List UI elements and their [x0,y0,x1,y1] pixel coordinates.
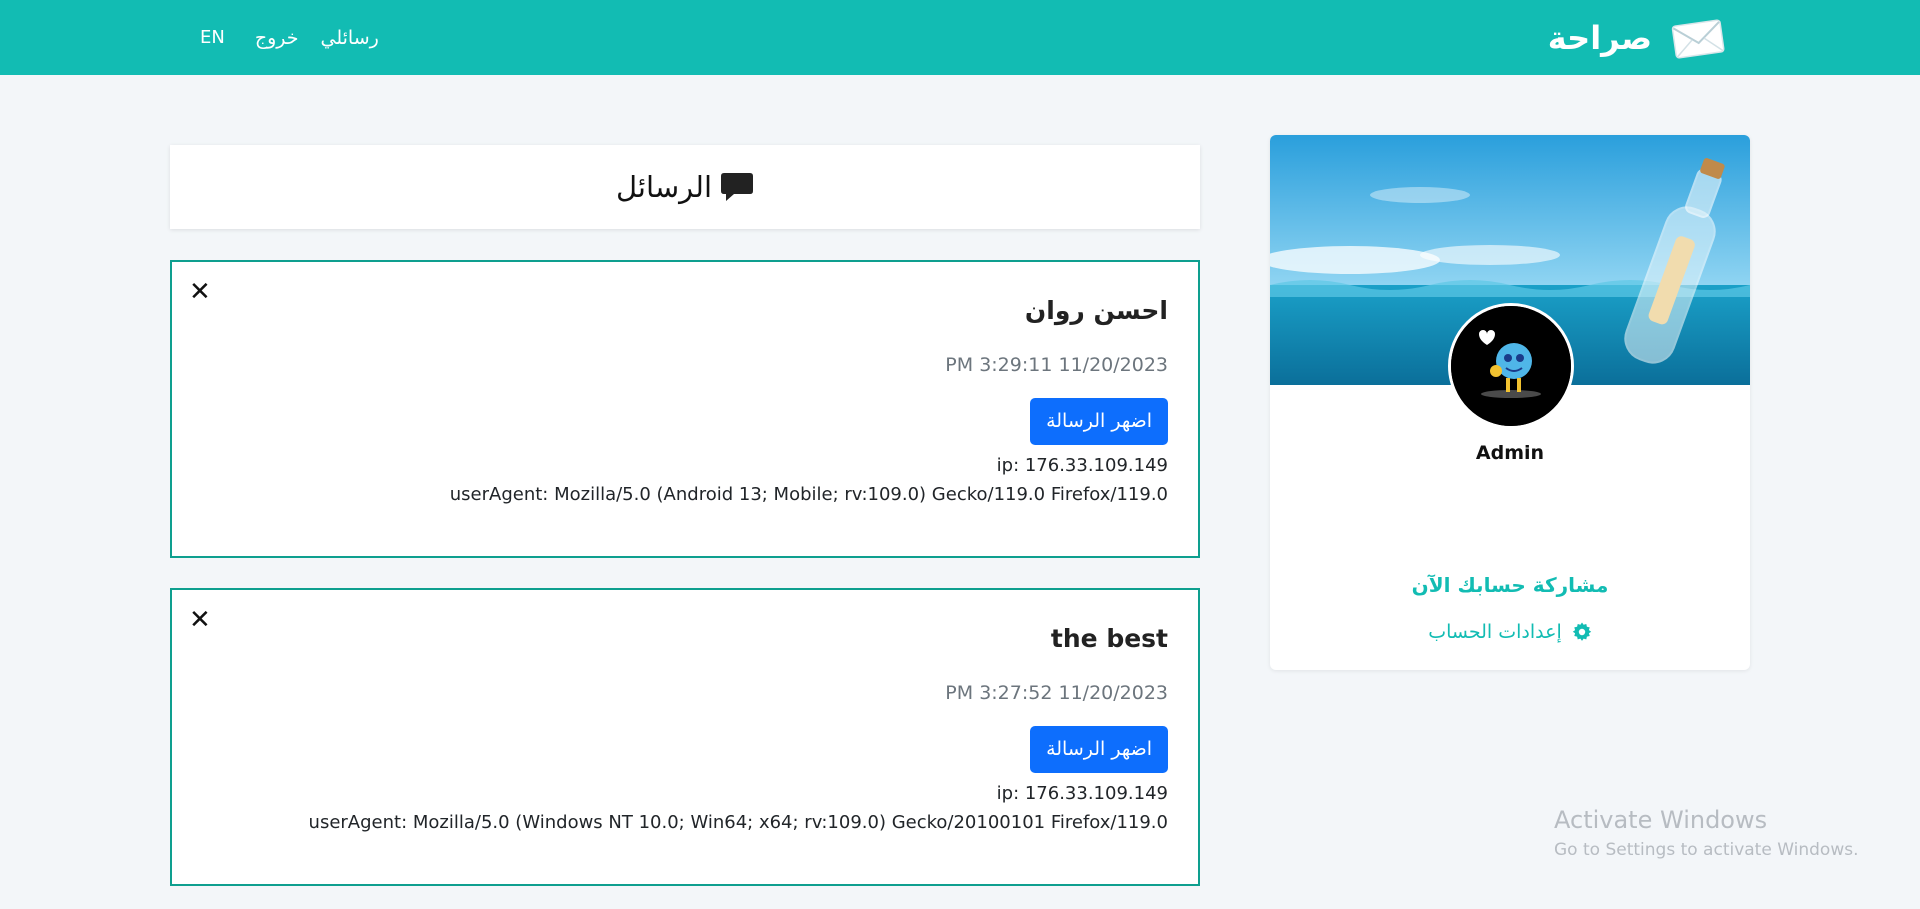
language-toggle[interactable]: EN [200,27,225,48]
avatar [1448,303,1574,429]
brand-name: صراحة [1547,19,1652,57]
message-card: ✕ the best 11/20/2023 3:27:52 PM اضهر ال… [170,588,1200,886]
chat-bubble-icon [721,173,754,201]
gear-icon [1572,622,1591,641]
message-date: 11/20/2023 3:27:52 PM [945,682,1168,704]
message-user-agent: userAgent: Mozilla/5.0 (Windows NT 10.0;… [308,812,1168,833]
show-message-button[interactable]: اضهر الرسالة [1030,726,1168,773]
message-date: 11/20/2023 3:29:11 PM [945,354,1168,376]
messages-header: الرسائل [170,145,1200,229]
windows-activation-watermark: Activate Windows Go to Settings to activ… [1554,806,1859,860]
message-ip: ip: 176.33.109.149 [996,455,1168,476]
messages-title: الرسائل [615,170,713,204]
my-messages-link[interactable]: رسائلي [321,27,379,49]
message-user-agent: userAgent: Mozilla/5.0 (Android 13; Mobi… [449,484,1168,505]
account-settings-label: إعدادات الحساب [1428,621,1562,643]
watermark-title: Activate Windows [1554,806,1768,834]
message-ip: ip: 176.33.109.149 [996,783,1168,804]
watermark-subtitle: Go to Settings to activate Windows. [1554,840,1859,860]
message-card: ✕ احسن روان 11/20/2023 3:29:11 PM اضهر ا… [170,260,1200,558]
share-account-link[interactable]: مشاركة حسابك الآن [1270,573,1750,597]
delete-message-button[interactable]: ✕ [189,607,211,633]
logout-link[interactable]: خروج [255,27,299,49]
profile-name: Admin [1475,442,1545,464]
account-settings-link[interactable]: إعدادات الحساب [1270,621,1750,643]
top-navbar: EN خروج رسائلي صراحة [0,0,1920,75]
nav-links: EN خروج رسائلي [200,0,379,75]
message-title: the best [1050,624,1168,653]
brand[interactable]: صراحة [1548,13,1726,63]
message-title: احسن روان [1024,296,1168,325]
delete-message-button[interactable]: ✕ [189,279,211,305]
show-message-button[interactable]: اضهر الرسالة [1030,398,1168,445]
envelope-logo-icon [1671,19,1725,59]
profile-card: Admin مشاركة حسابك الآن إعدادات الحساب [1270,135,1750,670]
